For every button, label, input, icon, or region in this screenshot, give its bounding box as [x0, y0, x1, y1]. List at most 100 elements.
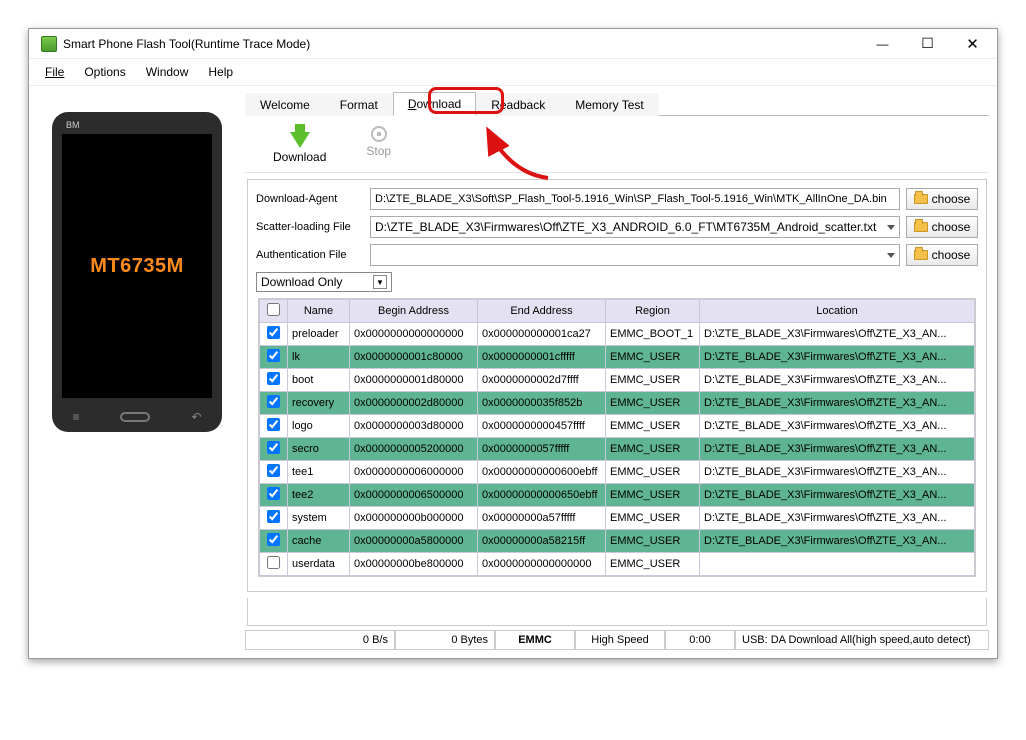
cell-name: lk	[288, 346, 350, 369]
cell-end: 0x0000000000000000	[478, 553, 606, 576]
close-button[interactable]: ✕	[950, 29, 995, 59]
row-checkbox[interactable]	[260, 507, 288, 530]
cell-region: EMMC_USER	[606, 553, 700, 576]
cell-name: userdata	[288, 553, 350, 576]
download-toolbar: Download Stop	[245, 116, 989, 173]
cell-location	[700, 553, 975, 576]
cell-region: EMMC_USER	[606, 507, 700, 530]
cell-begin: 0x0000000000000000	[350, 323, 478, 346]
cell-end: 0x0000000035f852b	[478, 392, 606, 415]
cell-name: logo	[288, 415, 350, 438]
menu-icon: ≡	[72, 410, 79, 424]
cell-begin: 0x00000000a5800000	[350, 530, 478, 553]
cell-name: recovery	[288, 392, 350, 415]
table-row[interactable]: secro0x00000000052000000x0000000057fffff…	[260, 438, 975, 461]
cell-name: cache	[288, 530, 350, 553]
header-location[interactable]: Location	[700, 300, 975, 323]
auth-path-select[interactable]	[370, 244, 900, 266]
chevron-down-icon	[887, 225, 895, 230]
status-bps: 0 B/s	[245, 631, 395, 650]
header-begin[interactable]: Begin Address	[350, 300, 478, 323]
table-row[interactable]: preloader0x00000000000000000x00000000000…	[260, 323, 975, 346]
cell-end: 0x0000000000457ffff	[478, 415, 606, 438]
tab-format[interactable]: Format	[325, 93, 393, 116]
row-checkbox[interactable]	[260, 530, 288, 553]
da-path-input[interactable]	[370, 188, 900, 210]
table-row[interactable]: logo0x0000000003d800000x0000000000457fff…	[260, 415, 975, 438]
row-checkbox[interactable]	[260, 461, 288, 484]
stop-label: Stop	[366, 144, 391, 158]
menu-options[interactable]: Options	[76, 63, 133, 81]
file-panel: Download-Agent choose Scatter-loading Fi…	[247, 179, 987, 592]
cell-name: preloader	[288, 323, 350, 346]
download-mode-select[interactable]: Download Only▼	[256, 272, 392, 292]
cell-begin: 0x00000000be800000	[350, 553, 478, 576]
cell-end: 0x00000000000650ebff	[478, 484, 606, 507]
row-checkbox[interactable]	[260, 484, 288, 507]
folder-icon	[914, 194, 928, 204]
device-preview-pane: BM MT6735M ≡ ↶	[37, 92, 237, 650]
phone-nav-buttons: ≡ ↶	[52, 410, 222, 424]
download-button[interactable]: Download	[273, 126, 326, 164]
cell-location: D:\ZTE_BLADE_X3\Firmwares\Off\ZTE_X3_AN.…	[700, 415, 975, 438]
table-row[interactable]: tee20x00000000065000000x00000000000650eb…	[260, 484, 975, 507]
download-label: Download	[273, 150, 326, 164]
scatter-path-select[interactable]: D:\ZTE_BLADE_X3\Firmwares\Off\ZTE_X3_AND…	[370, 216, 900, 238]
app-icon	[41, 36, 57, 52]
cell-location: D:\ZTE_BLADE_X3\Firmwares\Off\ZTE_X3_AN.…	[700, 392, 975, 415]
download-icon	[290, 132, 310, 148]
menu-file[interactable]: File	[37, 63, 72, 81]
header-region[interactable]: Region	[606, 300, 700, 323]
cell-region: EMMC_USER	[606, 438, 700, 461]
menu-window[interactable]: Window	[138, 63, 197, 81]
cell-name: system	[288, 507, 350, 530]
scatter-choose-button[interactable]: choose	[906, 216, 978, 238]
minimize-button[interactable]: —	[860, 29, 905, 59]
tab-memory-test[interactable]: Memory Test	[560, 93, 658, 116]
cell-location: D:\ZTE_BLADE_X3\Firmwares\Off\ZTE_X3_AN.…	[700, 323, 975, 346]
cell-location: D:\ZTE_BLADE_X3\Firmwares\Off\ZTE_X3_AN.…	[700, 369, 975, 392]
row-checkbox[interactable]	[260, 392, 288, 415]
cell-begin: 0x0000000005200000	[350, 438, 478, 461]
stop-button: Stop	[366, 126, 391, 164]
row-checkbox[interactable]	[260, 438, 288, 461]
table-row[interactable]: userdata0x00000000be8000000x000000000000…	[260, 553, 975, 576]
da-choose-button[interactable]: choose	[906, 188, 978, 210]
stop-icon	[371, 126, 387, 142]
header-end[interactable]: End Address	[478, 300, 606, 323]
app-window: Smart Phone Flash Tool(Runtime Trace Mod…	[28, 28, 998, 659]
phone-brand: BM	[66, 120, 80, 130]
cell-location: D:\ZTE_BLADE_X3\Firmwares\Off\ZTE_X3_AN.…	[700, 438, 975, 461]
table-row[interactable]: recovery0x0000000002d800000x0000000035f8…	[260, 392, 975, 415]
maximize-button[interactable]: ☐	[905, 29, 950, 59]
cell-region: EMMC_USER	[606, 369, 700, 392]
table-row[interactable]: lk0x0000000001c800000x0000000001cfffffEM…	[260, 346, 975, 369]
cell-location: D:\ZTE_BLADE_X3\Firmwares\Off\ZTE_X3_AN.…	[700, 507, 975, 530]
row-checkbox[interactable]	[260, 323, 288, 346]
row-checkbox[interactable]	[260, 346, 288, 369]
menu-help[interactable]: Help	[200, 63, 241, 81]
cell-end: 0x0000000001cfffff	[478, 346, 606, 369]
row-checkbox[interactable]	[260, 369, 288, 392]
table-row[interactable]: cache0x00000000a58000000x00000000a58215f…	[260, 530, 975, 553]
folder-icon	[914, 222, 928, 232]
cell-begin: 0x0000000001d80000	[350, 369, 478, 392]
row-checkbox[interactable]	[260, 553, 288, 576]
row-checkbox[interactable]	[260, 415, 288, 438]
table-row[interactable]: tee10x00000000060000000x00000000000600eb…	[260, 461, 975, 484]
back-icon: ↶	[191, 410, 201, 424]
table-row[interactable]: boot0x0000000001d800000x0000000002d7ffff…	[260, 369, 975, 392]
tab-readback[interactable]: Readback	[476, 93, 560, 116]
tab-welcome[interactable]: Welcome	[245, 93, 325, 116]
chipset-label: MT6735M	[90, 255, 184, 278]
header-name[interactable]: Name	[288, 300, 350, 323]
auth-choose-button[interactable]: choose	[906, 244, 978, 266]
chevron-down-icon	[887, 253, 895, 258]
header-checkbox[interactable]	[260, 300, 288, 323]
cell-begin: 0x0000000006000000	[350, 461, 478, 484]
cell-end: 0x0000000002d7ffff	[478, 369, 606, 392]
table-row[interactable]: system0x000000000b0000000x00000000a57fff…	[260, 507, 975, 530]
tab-download[interactable]: Download	[393, 92, 476, 116]
cell-location: D:\ZTE_BLADE_X3\Firmwares\Off\ZTE_X3_AN.…	[700, 530, 975, 553]
cell-begin: 0x000000000b000000	[350, 507, 478, 530]
